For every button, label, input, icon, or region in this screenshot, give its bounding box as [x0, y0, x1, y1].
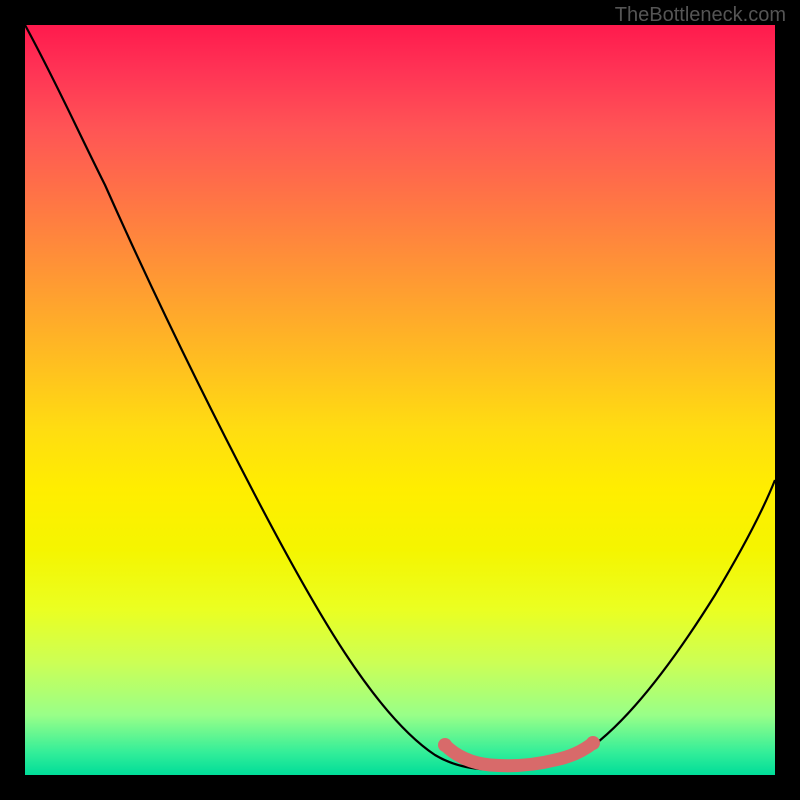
chart-plot-area	[25, 25, 775, 775]
highlight-dot-left	[438, 738, 452, 752]
chart-svg	[25, 25, 775, 775]
bottleneck-curve-path	[25, 25, 775, 770]
watermark-text: TheBottleneck.com	[615, 4, 786, 27]
highlight-segment-path	[445, 743, 593, 766]
highlight-dot-right	[586, 736, 600, 750]
